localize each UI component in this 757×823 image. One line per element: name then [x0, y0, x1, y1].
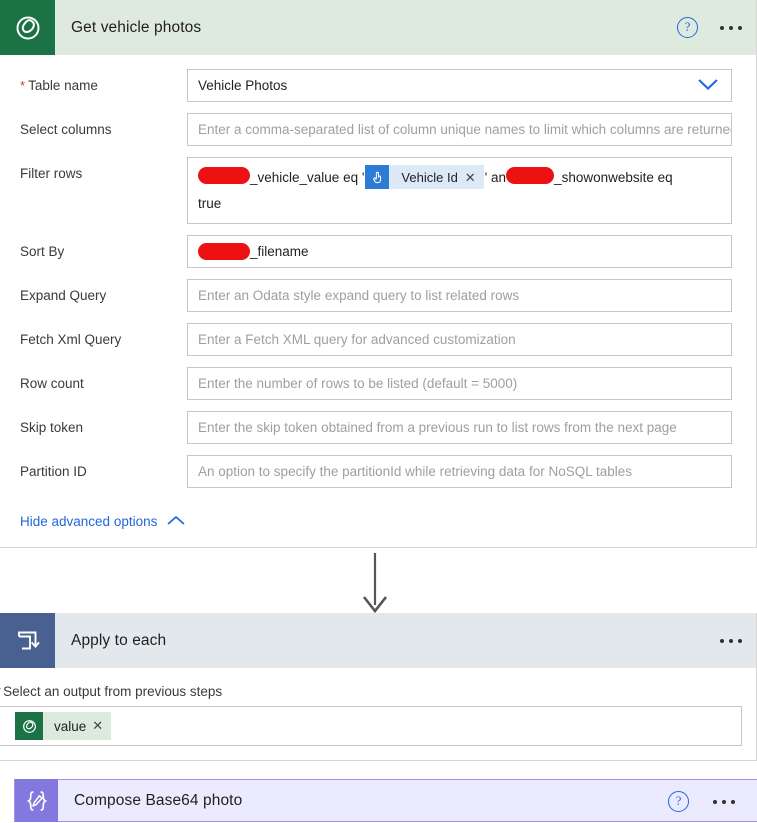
- action-card-title: Get vehicle photos: [71, 18, 202, 36]
- row-count-input[interactable]: Enter the number of rows to be listed (d…: [187, 366, 732, 400]
- row-count-placeholder: Enter the number of rows to be listed (d…: [198, 375, 518, 391]
- field-row-expand-query: Expand Query Enter an Odata style expand…: [20, 278, 732, 312]
- fetch-xml-query-placeholder: Enter a Fetch XML query for advanced cus…: [198, 331, 516, 347]
- apply-to-each-body: *Select an output from previous steps va…: [0, 668, 757, 761]
- select-output-input[interactable]: value ✕: [0, 706, 742, 746]
- filter-fragment-2: ' an: [484, 169, 507, 185]
- redaction-mark: [198, 167, 250, 184]
- apply-to-each-header[interactable]: Apply to each: [0, 613, 757, 668]
- required-asterisk: *: [20, 78, 26, 93]
- field-label-table-name: * Table name: [20, 78, 98, 93]
- select-output-label: *Select an output from previous steps: [0, 684, 742, 699]
- compose-card-title: Compose Base64 photo: [74, 791, 243, 809]
- action-card-header[interactable]: Get vehicle photos ?: [0, 0, 756, 55]
- field-label-skip-token: Skip token: [20, 419, 84, 435]
- select-columns-input[interactable]: Enter a comma-separated list of column u…: [187, 113, 732, 146]
- field-row-filter-rows: Filter rows _vehicle_value eq ' Vehicle I…: [20, 157, 732, 224]
- chevron-down-icon[interactable]: [697, 78, 719, 94]
- help-icon[interactable]: ?: [668, 791, 689, 812]
- table-name-dropdown[interactable]: Vehicle Photos: [187, 69, 732, 102]
- expand-query-placeholder: Enter an Odata style expand query to lis…: [198, 287, 520, 303]
- field-label-expand-query: Expand Query: [20, 287, 107, 303]
- dynamic-content-token-vehicle-id[interactable]: Vehicle Id ✕: [365, 165, 484, 190]
- action-card-header-actions: ?: [677, 0, 742, 55]
- help-icon[interactable]: ?: [677, 17, 698, 38]
- field-row-sort-by: Sort By _filename: [20, 234, 732, 268]
- compose-icon: [15, 779, 58, 822]
- dataverse-icon: [0, 0, 55, 55]
- more-options-icon[interactable]: [713, 799, 735, 804]
- redaction-mark: [506, 167, 555, 184]
- field-label-fetch-xml-query: Fetch Xml Query: [20, 331, 122, 347]
- token-remove-icon[interactable]: ✕: [92, 718, 111, 734]
- filter-fragment-4: true: [198, 195, 222, 211]
- apply-to-each-title: Apply to each: [71, 631, 167, 649]
- field-row-row-count: Row count Enter the number of rows to be…: [20, 366, 732, 400]
- field-row-select-columns: Select columns Enter a comma-separated l…: [20, 113, 732, 146]
- field-label-select-columns: Select columns: [20, 122, 112, 137]
- field-row-table-name: * Table name Vehicle Photos: [20, 69, 732, 102]
- hide-advanced-options-label: Hide advanced options: [20, 513, 158, 529]
- partition-id-placeholder: An option to specify the partitionId whi…: [198, 463, 632, 479]
- skip-token-placeholder: Enter the skip token obtained from a pre…: [198, 419, 677, 435]
- more-options-icon[interactable]: [720, 25, 742, 30]
- field-label-filter-rows: Filter rows: [20, 166, 83, 181]
- apply-to-each-card: Apply to each *Select an output from pre…: [0, 613, 757, 761]
- field-row-skip-token: Skip token Enter the skip token obtained…: [20, 410, 732, 444]
- loop-icon: [0, 613, 55, 668]
- dataverse-icon: [15, 712, 43, 740]
- get-vehicle-photos-card: Get vehicle photos ? * Table name Vehicle…: [0, 0, 757, 548]
- partition-id-input[interactable]: An option to specify the partitionId whi…: [187, 454, 732, 488]
- compose-card-header-actions: ?: [668, 780, 735, 823]
- token-label: Vehicle Id: [401, 169, 458, 185]
- token-remove-icon[interactable]: ✕: [465, 165, 484, 190]
- field-row-fetch-xml-query: Fetch Xml Query Enter a Fetch XML query …: [20, 322, 732, 356]
- dynamic-content-token-value[interactable]: value ✕: [15, 712, 112, 740]
- action-card-body: * Table name Vehicle Photos Select column…: [0, 55, 756, 547]
- filter-rows-input[interactable]: _vehicle_value eq ' Vehicle Id ✕ ' an _showo…: [187, 157, 732, 224]
- compose-base64-photo-card[interactable]: Compose Base64 photo ?: [14, 779, 757, 822]
- expand-query-input[interactable]: Enter an Odata style expand query to lis…: [187, 278, 732, 312]
- apply-to-each-header-actions: [720, 613, 742, 668]
- sort-by-input[interactable]: _filename: [187, 234, 732, 268]
- skip-token-input[interactable]: Enter the skip token obtained from a pre…: [187, 410, 732, 444]
- field-label-sort-by: Sort By: [20, 243, 65, 259]
- redaction-mark: [198, 242, 250, 260]
- required-asterisk: *: [0, 684, 1, 699]
- table-name-value: Vehicle Photos: [198, 78, 288, 93]
- field-label-partition-id: Partition ID: [20, 463, 87, 479]
- fetch-xml-query-input[interactable]: Enter a Fetch XML query for advanced cus…: [187, 322, 732, 356]
- manual-trigger-icon: [365, 165, 390, 190]
- token-label: value: [54, 718, 87, 734]
- more-options-icon[interactable]: [720, 638, 742, 643]
- filter-fragment-3: _showonwebsite eq: [554, 169, 673, 185]
- sort-by-value: _filename: [250, 243, 309, 259]
- hide-advanced-options-link[interactable]: Hide advanced options: [20, 514, 186, 529]
- chevron-up-icon: [166, 514, 186, 529]
- filter-fragment-1: _vehicle_value eq ': [250, 169, 365, 185]
- select-columns-placeholder: Enter a comma-separated list of column u…: [198, 122, 732, 137]
- field-label-row-count: Row count: [20, 375, 84, 391]
- field-row-partition-id: Partition ID An option to specify the pa…: [20, 454, 732, 488]
- advanced-options-row: Hide advanced options: [20, 499, 732, 547]
